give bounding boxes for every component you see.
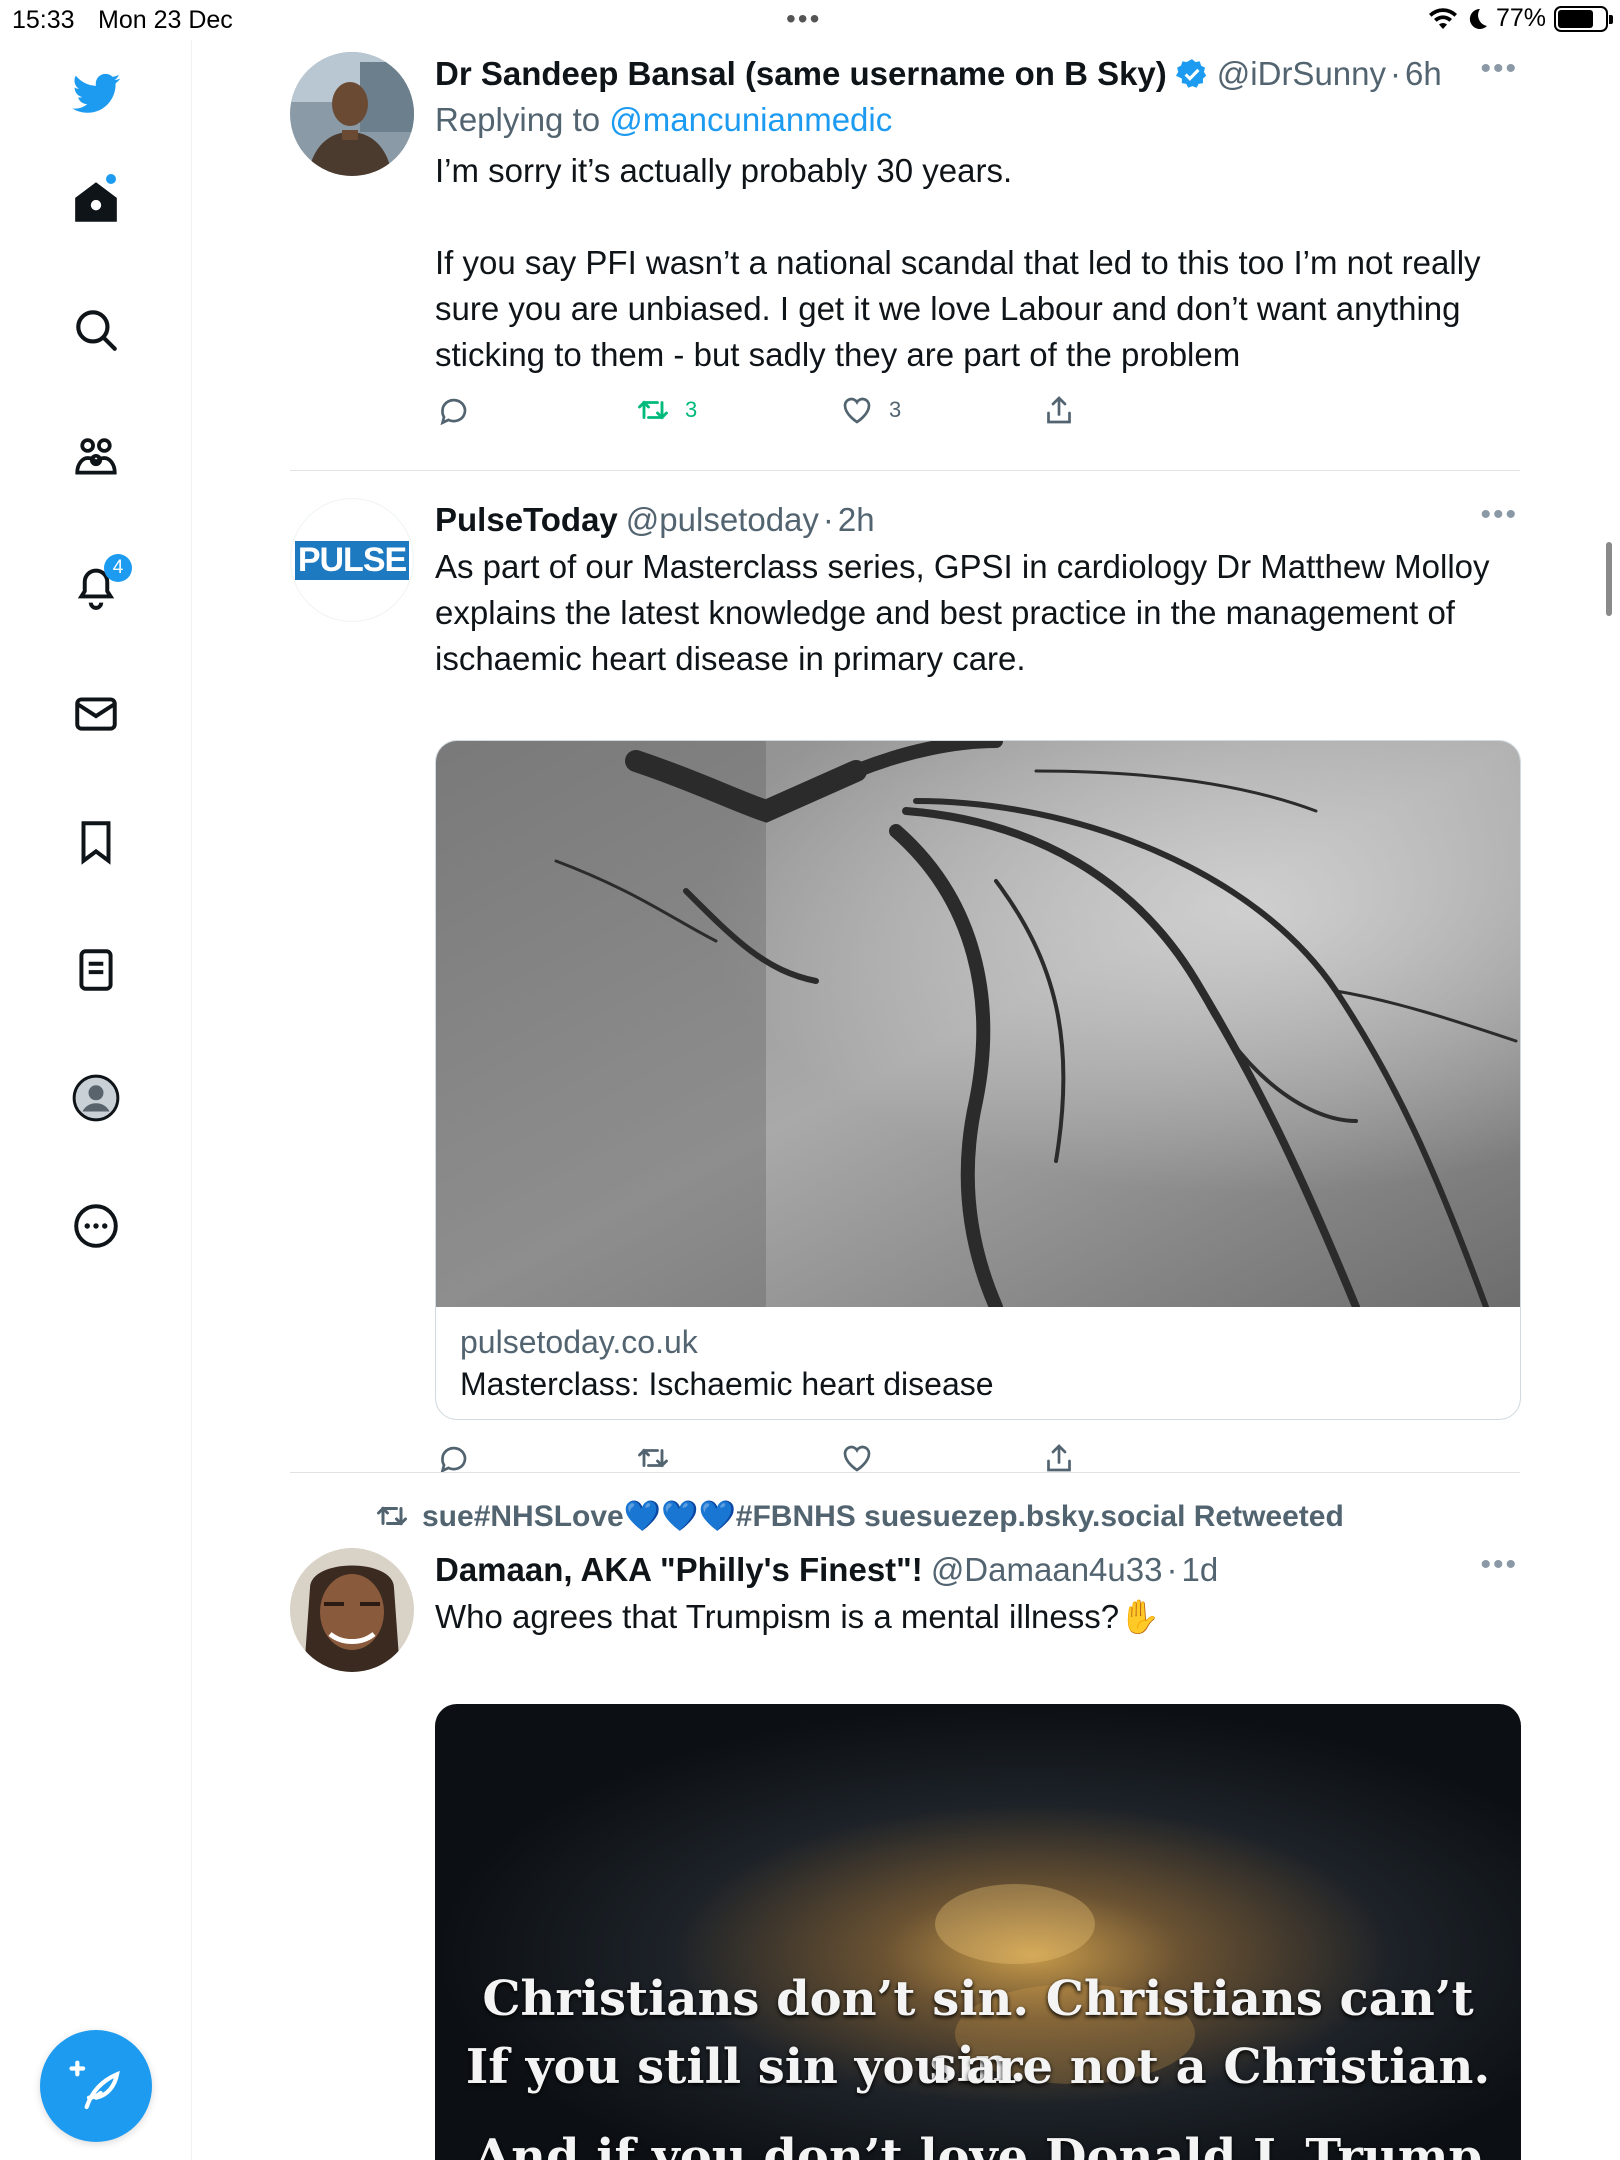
twitter-logo-icon[interactable] <box>64 62 128 126</box>
separator: · <box>1390 55 1402 92</box>
notifications-bell-icon[interactable]: 4 <box>64 554 132 618</box>
author-name[interactable]: Damaan, AKA "Philly's Finest"! <box>435 1548 923 1592</box>
sidebar: 4 <box>0 40 192 2160</box>
media-text-line-3: And if you don’t love Donald J. Trump <box>473 2129 1483 2160</box>
retweet-icon <box>638 400 668 420</box>
heart-icon <box>843 1445 871 1472</box>
tweet-1[interactable]: Dr Sandeep Bansal (same username on B Sk… <box>290 52 1520 462</box>
tweet-header: Damaan, AKA "Philly's Finest"! @Damaan4u… <box>435 1548 1520 1592</box>
status-time: 15:33 <box>12 6 75 34</box>
communities-icon[interactable] <box>64 426 128 490</box>
battery-icon <box>1554 5 1613 32</box>
retweeted-by[interactable]: sue#NHSLove💙💙💙#FBNHS suesuezep.bsky.soci… <box>374 1498 1344 1534</box>
like-count: 3 <box>889 397 902 422</box>
tweet-3[interactable]: sue#NHSLove💙💙💙#FBNHS suesuezep.bsky.soci… <box>290 1498 1521 2160</box>
tweet-content: Damaan, AKA "Philly's Finest"! @Damaan4u… <box>435 1548 1520 1640</box>
bookmarks-icon[interactable] <box>64 810 128 874</box>
home-icon[interactable] <box>64 170 128 234</box>
author-handle[interactable]: @iDrSunny <box>1217 52 1386 96</box>
replying-to-link[interactable]: @mancunianmedic <box>609 101 892 138</box>
messages-envelope-icon[interactable] <box>64 682 128 746</box>
lists-icon[interactable] <box>64 938 128 1002</box>
link-card-meta: pulsetoday.co.uk Masterclass: Ischaemic … <box>436 1307 1520 1419</box>
replying-to: Replying to @mancunianmedic <box>435 96 1520 144</box>
avatar[interactable]: PULSE <box>290 498 414 622</box>
share-icon <box>1047 1444 1071 1472</box>
avatar[interactable] <box>290 52 414 176</box>
search-icon[interactable] <box>64 298 128 362</box>
tweet-content: PulseToday @pulsetoday · 2h ••• As part … <box>435 498 1520 682</box>
tweet-2[interactable]: PULSE PulseToday @pulsetoday · 2h ••• As… <box>290 498 1521 1490</box>
compose-tweet-button[interactable] <box>40 2030 152 2142</box>
link-card-title: Masterclass: Ischaemic heart disease <box>460 1366 994 1402</box>
status-date: Mon 23 Dec <box>98 6 233 34</box>
share-button[interactable] <box>1041 1440 1077 1476</box>
link-card-domain: pulsetoday.co.uk <box>460 1324 698 1360</box>
reply-button[interactable] <box>435 392 471 428</box>
verified-badge-icon <box>1175 59 1206 88</box>
tweet-text: I’m sorry it’s actually probably 30 year… <box>435 152 1481 373</box>
retweet-button[interactable] <box>635 1440 671 1476</box>
replying-prefix: Replying to <box>435 101 601 138</box>
reply-button[interactable] <box>435 1440 471 1476</box>
author-name[interactable]: Dr Sandeep Bansal (same username on B Sk… <box>435 52 1167 96</box>
author-handle[interactable]: @Damaan4u33 <box>931 1548 1163 1592</box>
like-button[interactable]: 3 <box>839 392 901 428</box>
pulse-logo: PULSE <box>294 540 410 580</box>
share-icon <box>1047 396 1071 424</box>
separator: · <box>1166 1551 1178 1588</box>
heart-icon <box>843 397 871 424</box>
tweet-more-icon[interactable]: ••• <box>1480 52 1518 86</box>
multitasking-dots[interactable]: ••• <box>786 3 821 35</box>
tweet-actions <box>435 1440 1435 1490</box>
tweet-divider <box>290 1472 1520 1473</box>
reply-icon <box>440 398 467 426</box>
compose-feather-icon <box>69 2060 120 2110</box>
link-card[interactable]: pulsetoday.co.uk Masterclass: Ischaemic … <box>435 740 1521 1420</box>
tweet-time[interactable]: 1d <box>1181 1548 1218 1592</box>
like-button[interactable] <box>839 1440 875 1476</box>
retweet-icon <box>377 1506 407 1526</box>
separator: · <box>822 501 834 538</box>
status-bar: 15:33 Mon 23 Dec ••• 77% <box>0 0 1620 40</box>
retweet-button[interactable]: 3 <box>635 392 697 428</box>
home-new-dot <box>106 174 116 184</box>
author-handle[interactable]: @pulsetoday <box>626 498 819 542</box>
wifi-icon <box>1428 7 1457 29</box>
tweet-divider <box>290 470 1520 471</box>
battery-percent: 77% <box>1495 4 1546 32</box>
do-not-disturb-moon-icon <box>1469 8 1487 29</box>
battery-fill <box>1558 9 1594 28</box>
more-options-circle-icon[interactable] <box>64 1194 128 1258</box>
tweet-header: PulseToday @pulsetoday · 2h <box>435 498 1520 542</box>
tweet-more-icon[interactable]: ••• <box>1480 498 1518 532</box>
retweet-icon <box>638 1448 668 1468</box>
tweet-content: Dr Sandeep Bansal (same username on B Sk… <box>435 52 1520 442</box>
link-card-image <box>436 741 1520 1307</box>
tweet-text: As part of our Masterclass series, GPSI … <box>435 548 1490 677</box>
angiogram-image <box>436 741 1520 1307</box>
tweet-header: Dr Sandeep Bansal (same username on B Sk… <box>435 52 1520 96</box>
tweet-text: Who agrees that Trumpism is a mental ill… <box>435 1598 1161 1635</box>
tweet-actions: 3 3 <box>435 392 1520 442</box>
share-button[interactable] <box>1041 392 1077 428</box>
notifications-badge: 4 <box>104 554 132 582</box>
retweeted-by-text: sue#NHSLove💙💙💙#FBNHS suesuezep.bsky.soci… <box>422 1499 1344 1533</box>
tweet-time[interactable]: 6h <box>1405 52 1442 96</box>
author-name[interactable]: PulseToday <box>435 498 618 542</box>
tweet-media-image[interactable]: Christians don’t sin. Christians can’t s… <box>435 1704 1521 2160</box>
scroll-indicator[interactable] <box>1606 542 1612 616</box>
media-text-line-2: If you still sin you are not a Christian… <box>465 2039 1491 2095</box>
reply-icon <box>440 1446 467 1474</box>
tweet-more-icon[interactable]: ••• <box>1480 1548 1518 1582</box>
avatar[interactable] <box>290 1548 414 1672</box>
tweet-time[interactable]: 2h <box>838 498 875 542</box>
status-right: 77% <box>1428 4 1613 33</box>
retweet-count: 3 <box>685 397 698 422</box>
profile-avatar-icon[interactable] <box>64 1066 128 1130</box>
